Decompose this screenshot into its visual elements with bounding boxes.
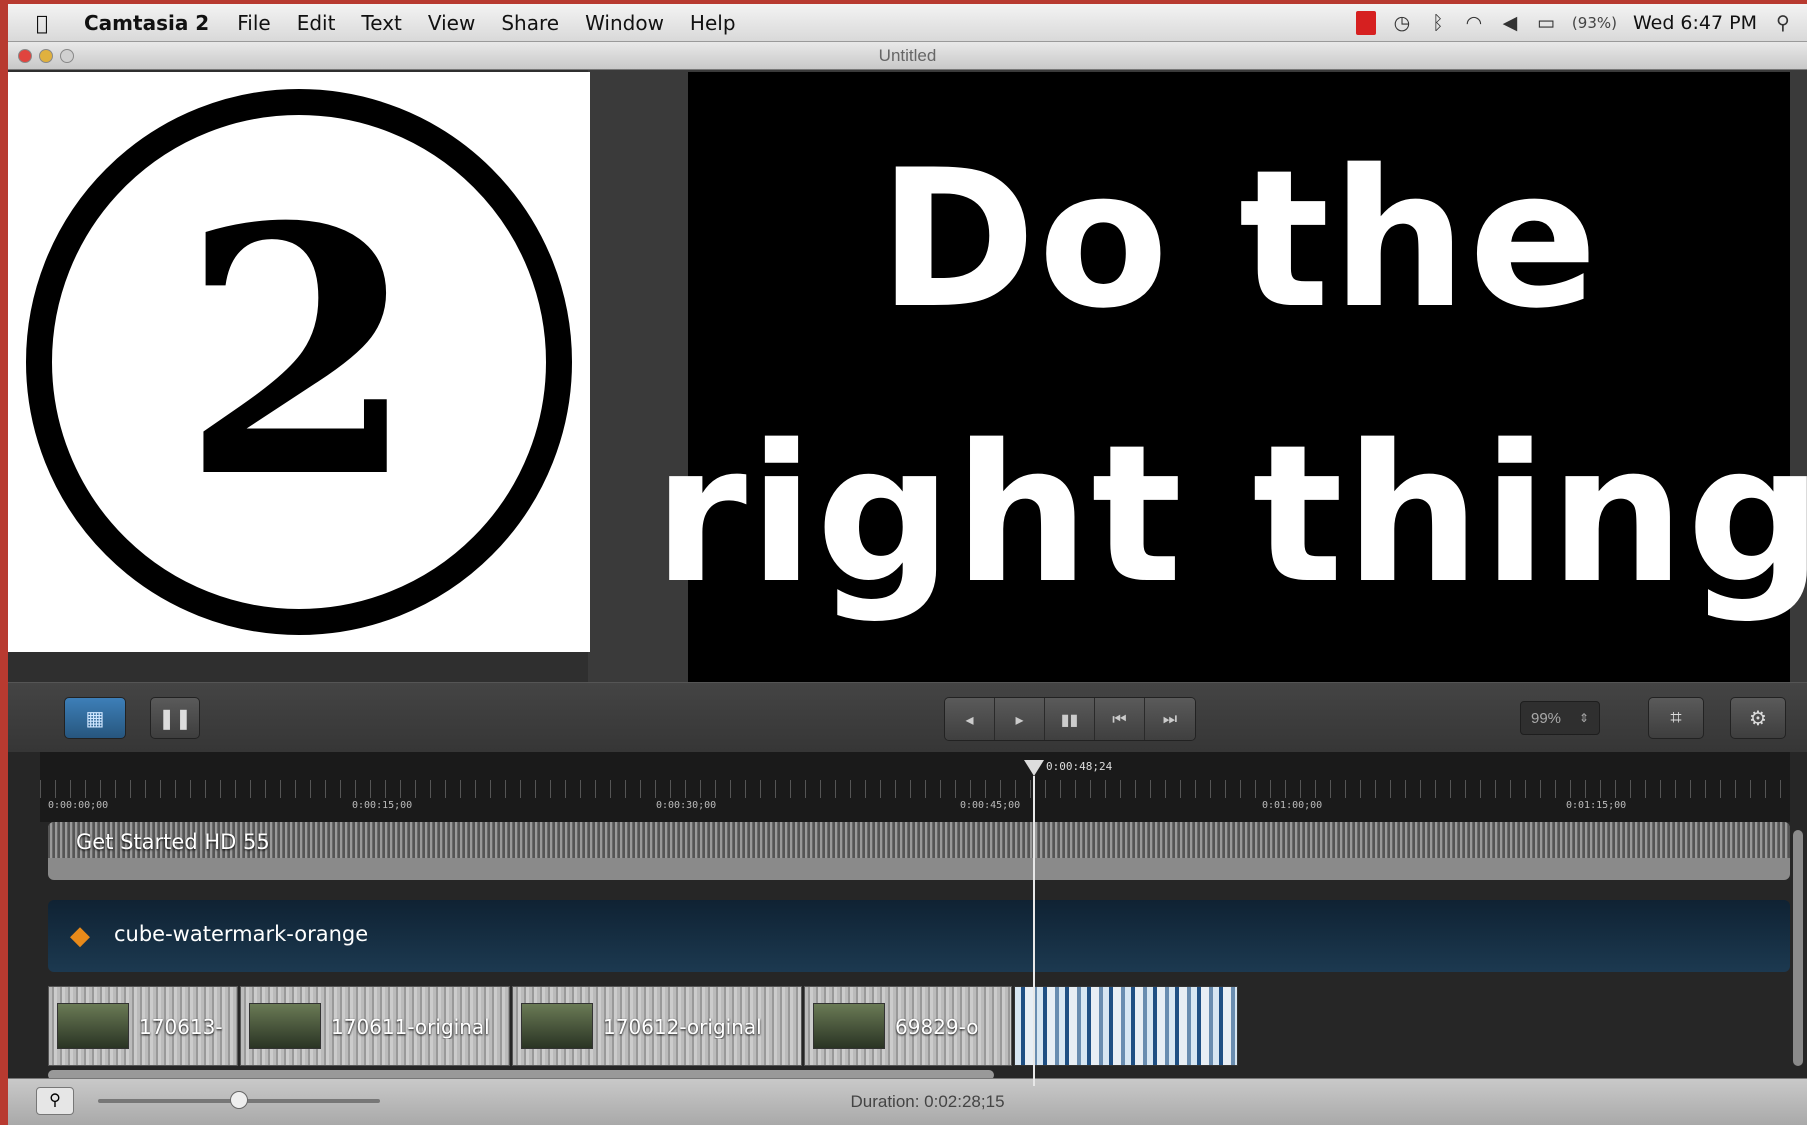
apple-icon[interactable]:  [36, 11, 64, 35]
battery-icon[interactable]: ▭ [1536, 12, 1556, 34]
play-icon: ▸ [1015, 712, 1024, 729]
audio-track-clip[interactable]: Get Started HD 55 [48, 822, 1790, 880]
menu-view[interactable]: View [428, 11, 475, 35]
timeline-vertical-scrollbar[interactable] [1793, 830, 1803, 1066]
menu-file[interactable]: File [237, 11, 270, 35]
window-title: Untitled [878, 46, 937, 65]
duration-label: Duration: 0:02:28;15 [850, 1092, 1005, 1111]
crop-button[interactable]: ⌗ [1648, 697, 1704, 739]
video-clip-label: 170612-original [603, 1015, 762, 1039]
video-clip[interactable]: 170611-original [240, 986, 510, 1066]
ruler-ticks [40, 780, 1790, 798]
rewind-button[interactable]: ⏮ [1095, 698, 1145, 740]
media-icon: ▦ [85, 707, 105, 730]
video-clip[interactable]: 69829-o [804, 986, 1012, 1066]
cube-icon: ◆ [70, 920, 90, 950]
canvas-zoom-select[interactable]: 99% ⇕ [1520, 701, 1600, 735]
status-area: ◷ ᛒ ◠ ◀ ▭ (93%) Wed 6:47 PM ⚲ [1355, 4, 1793, 42]
rewind-icon: ⏮ [1112, 711, 1127, 728]
time-machine-icon[interactable]: ◷ [1392, 12, 1412, 34]
video-track: 170613- 170611-original 170612-original … [48, 986, 1790, 1066]
slide-line-1: Do the [878, 129, 1600, 350]
clip-thumbnail [57, 1003, 129, 1049]
camtasia-window: Untitled 2 Do the right thing ▦ ❚❚ ◂ ▸ ▮… [8, 42, 1807, 1125]
pause-icon: ❚❚ [158, 707, 192, 730]
split-icon: ▮▮ [1060, 712, 1079, 729]
screen-frame:  Camtasia 2 File Edit Text View Share W… [0, 0, 1807, 1125]
menu-bar:  Camtasia 2 File Edit Text View Share W… [8, 4, 1807, 42]
bluetooth-icon[interactable]: ᛒ [1428, 12, 1448, 34]
canvas-zoom-value: 99% [1531, 709, 1562, 727]
editor-toolbar: ▦ ❚❚ ◂ ▸ ▮▮ ⏮ ⏭ 99% ⇕ ⌗ ⚙ [8, 682, 1807, 752]
watermark-clip-label: cube-watermark-orange [114, 922, 369, 946]
audio-waveform [48, 822, 1790, 858]
menu-edit[interactable]: Edit [297, 11, 336, 35]
volume-icon[interactable]: ◀ [1500, 12, 1520, 34]
battery-percent: (93%) [1571, 14, 1617, 32]
video-clip[interactable]: 170613- [48, 986, 238, 1066]
watermark-track-clip[interactable]: ◆ cube-watermark-orange [48, 900, 1790, 972]
video-clip[interactable]: 170612-original [512, 986, 802, 1066]
menu-share[interactable]: Share [501, 11, 559, 35]
ruler-label: 0:00:30;00 [656, 800, 717, 811]
playhead-line[interactable] [1033, 776, 1035, 1086]
badge-number: 2 [181, 154, 418, 553]
pause-recording-button[interactable]: ❚❚ [150, 697, 200, 739]
title-slide[interactable]: Do the right thing [653, 72, 1807, 682]
properties-button[interactable]: ⚙ [1730, 697, 1786, 739]
clip-thumbnail [521, 1003, 593, 1049]
canvas-area[interactable]: 2 Do the right thing [8, 70, 1807, 710]
menubar-clock[interactable]: Wed 6:47 PM [1633, 12, 1757, 34]
menu-text[interactable]: Text [361, 11, 401, 35]
ruler-label: 0:00:15;00 [352, 800, 413, 811]
menu-help[interactable]: Help [690, 11, 736, 35]
menu-app-name[interactable]: Camtasia 2 [84, 11, 209, 35]
playhead-handle[interactable] [1024, 760, 1044, 776]
video-clip-label: 170611-original [331, 1015, 490, 1039]
fast-forward-button[interactable]: ⏭ [1145, 698, 1195, 740]
media-library-button[interactable]: ▦ [64, 697, 126, 739]
clip-thumbnail [249, 1003, 321, 1049]
video-clip-label: 69829-o [895, 1015, 979, 1039]
split-button[interactable]: ▮▮ [1045, 698, 1095, 740]
ruler-label: 0:00:00;00 [48, 800, 109, 811]
timeline-footer: ⚲ Duration: 0:02:28;15 [8, 1078, 1807, 1125]
play-button[interactable]: ▸ [995, 698, 1045, 740]
spotlight-search-icon[interactable]: ⚲ [1773, 12, 1793, 34]
badge-svg: 2 [26, 89, 572, 635]
ruler-label: 0:01:15;00 [1566, 800, 1627, 811]
audio-clip-label: Get Started HD 55 [76, 830, 270, 854]
menu-window[interactable]: Window [585, 11, 664, 35]
wifi-icon[interactable]: ◠ [1464, 12, 1484, 34]
slide-line-2: right thing [653, 404, 1807, 625]
ruler-label: 0:00:45;00 [960, 800, 1021, 811]
recording-icon[interactable] [1355, 11, 1376, 35]
timeline-ruler[interactable]: 0:00:00;00 0:00:15;00 0:00:30;00 0:00:45… [40, 752, 1790, 822]
video-clip-label: 170613- [139, 1015, 223, 1039]
step-back-button[interactable]: ◂ [945, 698, 995, 740]
selected-video-clip[interactable] [1014, 986, 1238, 1066]
gear-icon: ⚙ [1749, 707, 1767, 730]
clip-thumbnail [813, 1003, 885, 1049]
playback-controls: ◂ ▸ ▮▮ ⏮ ⏭ [944, 697, 1196, 741]
playhead-time: 0:00:48;24 [1046, 760, 1113, 773]
fast-forward-icon: ⏭ [1162, 711, 1178, 728]
step-back-icon: ◂ [965, 712, 974, 729]
timeline[interactable]: 0:00:00;00 0:00:15;00 0:00:30;00 0:00:45… [8, 752, 1807, 1086]
crop-icon: ⌗ [1670, 706, 1682, 729]
number-badge-image[interactable]: 2 [8, 72, 590, 652]
window-titlebar: Untitled [8, 42, 1807, 70]
ruler-label: 0:01:00;00 [1262, 800, 1323, 811]
chevron-updown-icon: ⇕ [1579, 711, 1590, 725]
